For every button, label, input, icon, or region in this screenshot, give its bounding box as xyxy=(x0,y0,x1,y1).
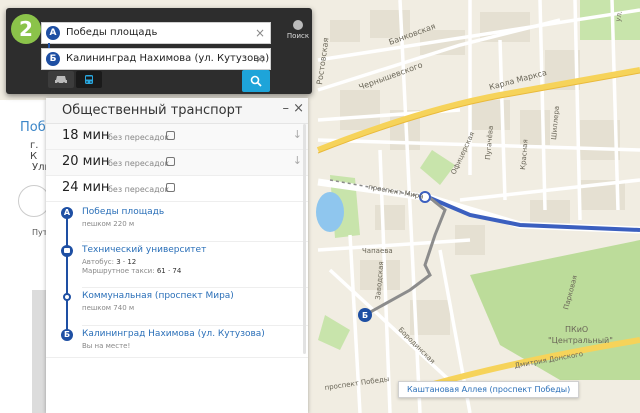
step-taxi-meta: Маршрутное такси: 61 · 74 xyxy=(82,267,182,275)
route-from-value: Победы площадь xyxy=(66,27,158,38)
step-arrival-meta: Вы на месте! xyxy=(82,342,131,350)
route-step-start: А Победы площадь пешком 220 м xyxy=(46,204,308,242)
expand-arrow-icon[interactable]: ↓ xyxy=(293,128,302,141)
magnifier-icon xyxy=(250,75,262,87)
panel-controls[interactable]: – × xyxy=(282,101,304,116)
pin-a-icon: А xyxy=(46,26,60,40)
bus-icon xyxy=(166,131,175,140)
step-bus-meta: Автобус: 3 · 12 xyxy=(82,258,137,266)
route-to-input[interactable]: Б Калининград Нахимова (ул. Кутузова) × xyxy=(41,48,271,70)
route-option-3[interactable]: 24 мин без пересадок xyxy=(46,176,308,202)
route-step-exit: Коммунальная (проспект Мира) пешком 740 … xyxy=(46,288,308,326)
route-option-note: без пересадок xyxy=(108,185,170,194)
label-tsentralny: "Центральный" xyxy=(548,336,613,345)
step-stop-name[interactable]: Победы площадь xyxy=(82,204,308,217)
bus-numbers[interactable]: 3 · 12 xyxy=(116,258,136,266)
route-steps: А Победы площадь пешком 220 м Технически… xyxy=(46,202,308,364)
label-pkio: ПКиО xyxy=(565,325,588,334)
pin-b-icon: Б xyxy=(46,52,60,66)
global-search-label: Поиск xyxy=(286,32,310,40)
transit-panel-title: Общественный транспорт xyxy=(62,103,243,118)
route-from-input[interactable]: А Победы площадь × xyxy=(41,22,271,44)
clear-to-icon[interactable]: × xyxy=(255,49,265,69)
app-logo[interactable]: 2 xyxy=(11,14,41,44)
car-icon xyxy=(55,75,67,85)
bus-icon xyxy=(64,248,70,253)
route-option-note: без пересадок xyxy=(108,159,170,168)
panel-footer xyxy=(46,357,308,413)
route-to-value: Калининград Нахимова (ул. Кутузова) xyxy=(66,53,270,64)
bus-icon xyxy=(166,183,175,192)
pond xyxy=(316,192,344,232)
pin-b-icon: Б xyxy=(61,329,73,341)
bus-icon xyxy=(85,74,93,84)
minimize-icon[interactable]: – xyxy=(282,101,289,116)
step-stop-name[interactable]: Калининград Нахимова (ул. Кутузова) xyxy=(82,326,308,339)
route-option-note: без пересадок xyxy=(108,133,170,142)
mode-bus-button[interactable] xyxy=(76,71,102,88)
bus-icon xyxy=(166,157,175,166)
park-top-right xyxy=(580,0,640,40)
step-stop-name[interactable]: Технический университет xyxy=(82,242,308,255)
route-pin-b-label: Б xyxy=(362,311,368,320)
route-search-button[interactable] xyxy=(242,70,270,92)
route-option-1[interactable]: 18 мин без пересадок ↓ xyxy=(46,124,308,150)
clear-from-icon[interactable]: × xyxy=(255,23,265,43)
map-tooltip[interactable]: Каштановая Аллея (проспект Победы) xyxy=(398,381,580,398)
global-search-button[interactable]: Поиск xyxy=(285,18,311,48)
route-search-panel: 2 А Победы площадь × Б Калининград Нахим… xyxy=(6,8,312,94)
step-stop-name[interactable]: Коммунальная (проспект Мира) xyxy=(82,288,308,301)
route-option-time: 20 мин xyxy=(62,154,110,169)
bus-stop-icon xyxy=(61,245,73,257)
pin-a-icon: А xyxy=(61,207,73,219)
place-card-city: г. К xyxy=(30,140,39,162)
route-step-board: Технический университет Автобус: 3 · 12 … xyxy=(46,242,308,288)
route-option-2[interactable]: 20 мин без пересадок ↓ xyxy=(46,150,308,176)
transit-panel-header: Общественный транспорт – × xyxy=(46,98,308,124)
expand-arrow-icon[interactable]: ↓ xyxy=(293,154,302,167)
step-walk-meta: пешком 740 м xyxy=(82,304,135,312)
place-card-background: Побе г. К Ули Путь xyxy=(0,100,54,413)
close-icon[interactable]: × xyxy=(293,101,304,116)
search-icon xyxy=(293,20,303,30)
transit-panel: Общественный транспорт – × 18 мин без пе… xyxy=(46,98,308,413)
stop-dot-icon xyxy=(63,293,71,301)
route-option-time: 18 мин xyxy=(62,128,110,143)
mode-car-button[interactable] xyxy=(48,71,74,88)
label-chapaeva: Чапаева xyxy=(362,247,393,255)
panel-scrollbar[interactable] xyxy=(303,124,306,354)
route-option-time: 24 мин xyxy=(62,180,110,195)
taxi-numbers[interactable]: 61 · 74 xyxy=(157,267,182,275)
step-walk-meta: пешком 220 м xyxy=(82,220,135,228)
